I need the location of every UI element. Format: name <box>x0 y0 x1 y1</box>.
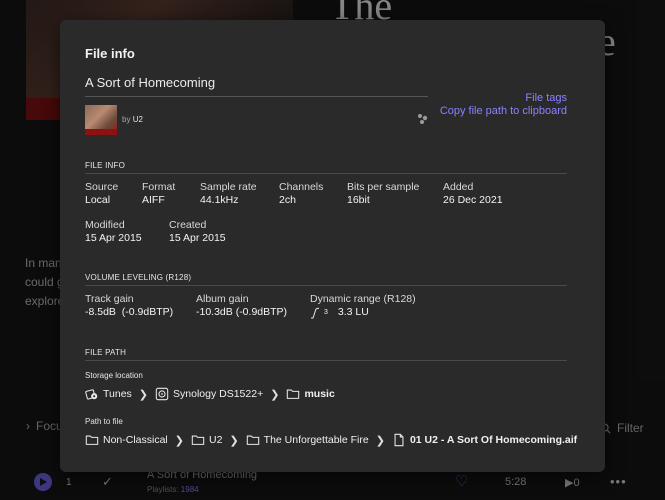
source-field: Source Local <box>85 181 118 207</box>
drag-handle-icon[interactable] <box>417 113 429 125</box>
format-label: Format <box>142 181 176 193</box>
folder-icon <box>287 389 300 399</box>
divider <box>85 360 567 361</box>
dynamic-range-field: Dynamic range (R128) 3 3.3 LU <box>310 293 416 319</box>
divider <box>85 285 567 286</box>
created-field: Created 15 Apr 2015 <box>169 219 226 245</box>
sample-rate-field: Sample rate 44.1kHz <box>200 181 257 207</box>
chevron-right-icon: ❯ <box>270 388 280 401</box>
source-value: Local <box>85 194 111 206</box>
file-icon <box>394 433 404 447</box>
track-gain-label: Track gain <box>85 293 134 305</box>
track-name: A Sort of Homecoming <box>85 75 216 90</box>
file-tags-link[interactable]: File tags <box>525 92 567 104</box>
track-gain-value: -8.5dB (-0.9dBTP) <box>85 306 174 318</box>
format-value: AIFF <box>142 194 165 206</box>
modified-field: Modified 15 Apr 2015 <box>85 219 142 245</box>
chevron-right-icon: ❯ <box>138 388 149 401</box>
tunes-storage-icon <box>85 389 98 400</box>
dynamic-range-value: 3.3 LU <box>337 306 369 318</box>
path-item[interactable]: Non-Classical <box>103 434 168 446</box>
folder-icon <box>246 435 259 445</box>
added-value: 26 Dec 2021 <box>443 194 503 206</box>
folder-icon <box>85 435 99 445</box>
dynamic-range-icon <box>311 307 320 318</box>
track-gain-field: Track gain -8.5dB (-0.9dBTP) <box>85 293 173 319</box>
storage-location-label: Storage location <box>85 371 143 380</box>
divider <box>85 173 567 174</box>
album-gain-label: Album gain <box>196 293 249 305</box>
path-item[interactable]: U2 <box>209 434 222 446</box>
sample-rate-label: Sample rate <box>200 181 257 193</box>
created-label: Created <box>169 219 207 231</box>
modified-label: Modified <box>85 219 125 231</box>
added-label: Added <box>443 181 474 193</box>
album-gain-value: -10.3dB (-0.9dBTP) <box>196 306 288 318</box>
artist-name[interactable]: U2 <box>133 115 143 124</box>
volume-leveling-heading: VOLUME LEVELING (R128) <box>85 273 192 282</box>
added-field: Added 26 Dec 2021 <box>443 181 503 207</box>
file-info-heading: FILE INFO <box>85 161 126 170</box>
storage-location-breadcrumb: Tunes ❯ Synology DS1522+ ❯ music <box>85 387 335 401</box>
dynamic-range-badge: 3 <box>324 309 328 316</box>
album-gain-field: Album gain -10.3dB (-0.9dBTP) <box>196 293 287 319</box>
modified-value: 15 Apr 2015 <box>85 232 142 244</box>
dynamic-range-label: Dynamic range (R128) <box>310 293 416 305</box>
file-path-breadcrumb: Non-Classical ❯ U2 ❯ The Unforgettable F… <box>85 433 577 447</box>
channels-label: Channels <box>279 181 324 193</box>
chevron-right-icon: ❯ <box>174 434 184 447</box>
dynamic-range-row: 3 3.3 LU <box>310 306 416 319</box>
artist-prefix: by <box>122 115 131 124</box>
divider <box>85 96 428 97</box>
album-thumbnail <box>85 105 117 135</box>
copy-file-path-link[interactable]: Copy file path to clipboard <box>440 105 567 117</box>
sample-rate-value: 44.1kHz <box>200 194 239 206</box>
chevron-right-icon: ❯ <box>229 434 239 447</box>
dialog-title: File info <box>85 46 135 61</box>
path-item[interactable]: The Unforgettable Fire <box>264 434 369 446</box>
created-value: 15 Apr 2015 <box>169 232 226 244</box>
chevron-right-icon: ❯ <box>375 434 385 447</box>
storage-item[interactable]: Synology DS1522+ <box>173 388 263 400</box>
file-name[interactable]: 01 U2 - A Sort Of Homecoming.aif <box>410 434 577 446</box>
file-info-dialog: File info A Sort of Homecoming by U2 Fil… <box>60 20 605 472</box>
path-to-file-label: Path to file <box>85 417 123 426</box>
source-label: Source <box>85 181 119 193</box>
bits-value: 16bit <box>347 194 370 206</box>
channels-field: Channels 2ch <box>279 181 323 207</box>
folder-icon <box>191 435 205 445</box>
storage-item[interactable]: Tunes <box>103 388 132 400</box>
nas-drive-icon <box>155 387 169 401</box>
artist-line: by U2 <box>122 115 143 124</box>
bits-field: Bits per sample 16bit <box>347 181 419 207</box>
storage-item[interactable]: music <box>304 388 334 400</box>
channels-value: 2ch <box>279 194 296 206</box>
file-path-heading: FILE PATH <box>85 348 127 357</box>
bits-label: Bits per sample <box>347 181 420 193</box>
format-field: Format AIFF <box>142 181 175 207</box>
